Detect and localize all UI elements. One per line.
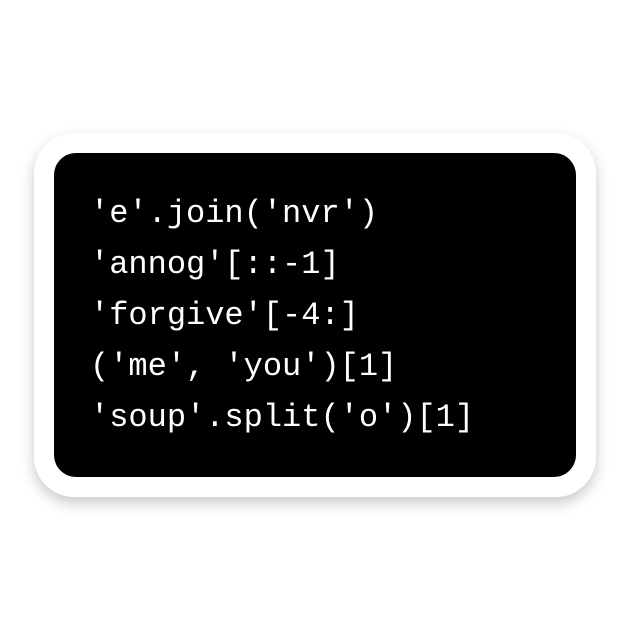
code-line: 'e'.join('nvr') <box>90 195 540 232</box>
code-panel: 'e'.join('nvr') 'annog'[::-1] 'forgive'[… <box>54 153 576 477</box>
code-line: 'forgive'[-4:] <box>90 297 540 334</box>
code-line: 'annog'[::-1] <box>90 246 540 283</box>
code-line: 'soup'.split('o')[1] <box>90 399 540 436</box>
code-line: ('me', 'you')[1] <box>90 348 540 385</box>
sticker-frame: 'e'.join('nvr') 'annog'[::-1] 'forgive'[… <box>34 133 596 497</box>
